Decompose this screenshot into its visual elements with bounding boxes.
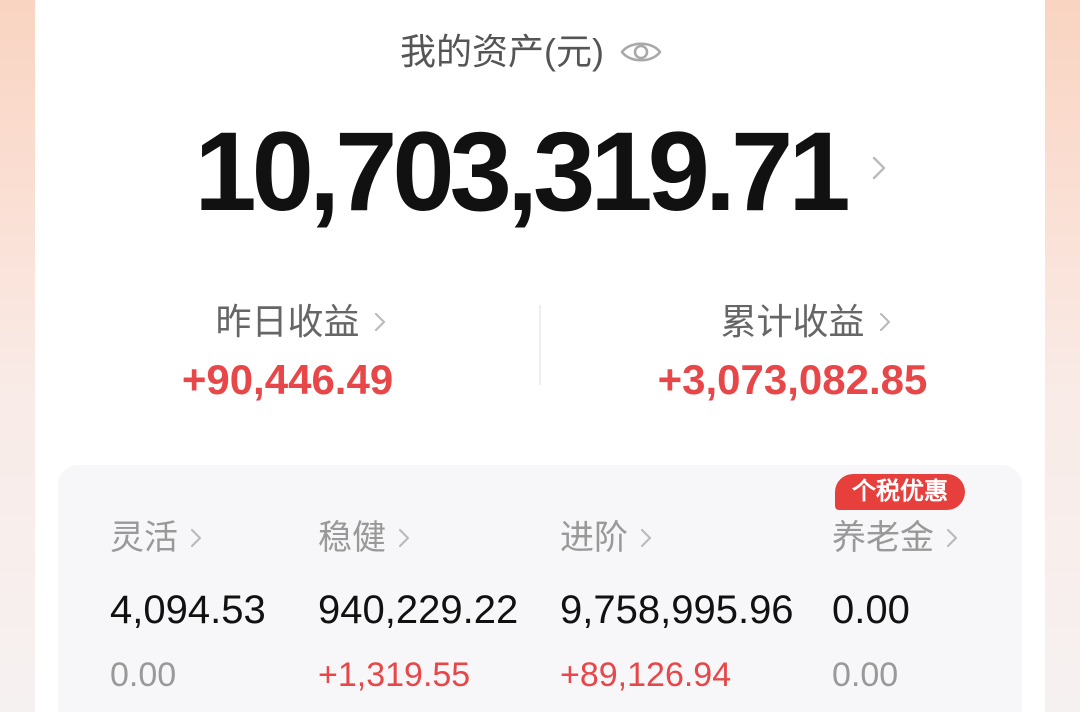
chevron-right-icon[interactable] [640,528,652,548]
asset-categories-panel: 个税优惠 灵活 4,094.53 0.00 稳健 940,229.22 +1,3… [58,465,1022,712]
cumulative-earnings-value: +3,073,082.85 [657,356,928,403]
category-flexible[interactable]: 灵活 4,094.53 0.00 [110,510,310,705]
yesterday-earnings-label-text: 昨日收益 [215,301,360,342]
category-advanced[interactable]: 进阶 9,758,995.96 +89,126.94 [560,510,820,705]
cumulative-earnings-label-text: 累计收益 [720,301,865,342]
category-label-row: 进阶 [560,518,652,558]
category-change: +1,319.55 [318,656,471,694]
total-assets-row[interactable]: 10,703,319.71 [35,116,1045,228]
cumulative-earnings-label: 累计收益 [720,300,890,344]
category-value: 940,229.22 [318,588,519,632]
category-label-row: 养老金 [832,518,958,558]
yesterday-earnings-label-wrap: 昨日收益 [35,300,540,344]
tax-benefit-badge: 个税优惠 [835,474,965,510]
page-title: 我的资产(元) [400,31,604,72]
category-label-row: 灵活 [110,518,202,558]
chevron-right-icon[interactable] [190,528,202,548]
asset-card: 我的资产(元) 10,703,319.71 昨日收益 +90,446.49 累计… [35,0,1045,712]
category-label: 进阶 [560,519,628,557]
chevron-right-icon[interactable] [398,528,410,548]
category-pension[interactable]: 养老金 0.00 0.00 [832,510,1012,705]
chevron-right-icon[interactable] [946,528,958,548]
category-change: 0.00 [832,656,899,694]
category-label: 养老金 [832,519,934,557]
category-label: 稳健 [318,519,386,557]
category-value: 4,094.53 [110,588,266,632]
eye-icon[interactable] [620,38,662,66]
category-value: 0.00 [832,588,910,632]
chevron-right-icon[interactable] [872,156,886,180]
category-change: +89,126.94 [560,656,732,694]
total-assets-value: 10,703,319.71 [194,109,850,234]
cumulative-earnings[interactable]: 累计收益 +3,073,082.85 [540,295,1045,415]
category-steady[interactable]: 稳健 940,229.22 +1,319.55 [318,510,548,705]
category-change: 0.00 [110,656,177,694]
yesterday-earnings[interactable]: 昨日收益 +90,446.49 [35,295,540,415]
category-label-row: 稳健 [318,518,410,558]
yesterday-earnings-value: +90,446.49 [181,356,394,403]
yesterday-earnings-label: 昨日收益 [215,300,385,344]
cumulative-earnings-label-wrap: 累计收益 [540,300,1045,344]
category-value: 9,758,995.96 [560,588,794,632]
chevron-right-icon[interactable] [374,312,386,332]
category-label: 灵活 [110,519,178,557]
assets-title-row: 我的资产(元) [35,28,1045,76]
chevron-right-icon[interactable] [879,312,891,332]
